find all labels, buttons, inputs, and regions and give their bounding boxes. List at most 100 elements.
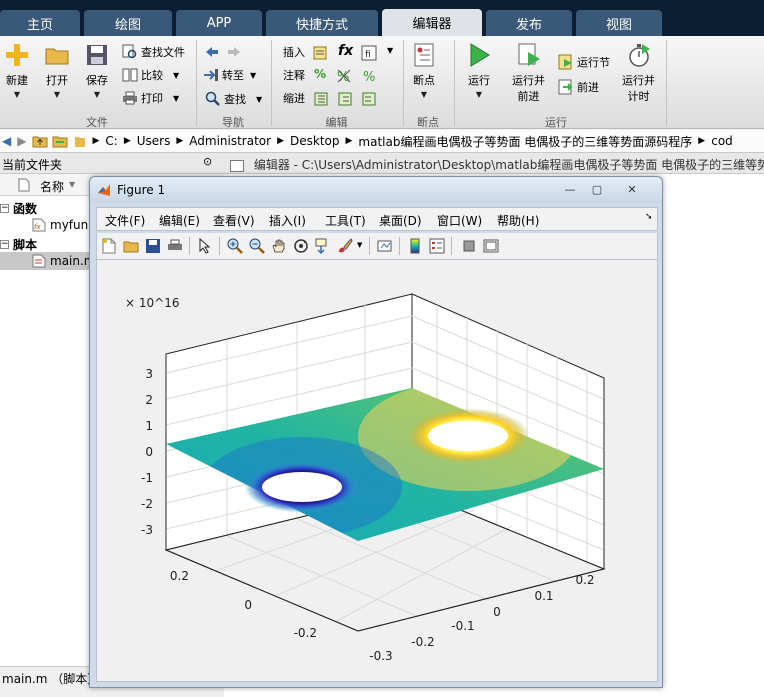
tab-apps[interactable]: APP <box>176 10 262 36</box>
link-plot-icon[interactable] <box>377 238 393 254</box>
dock-arrow-icon[interactable]: ➘ <box>645 212 653 222</box>
insert-function-icon[interactable]: fi <box>361 45 377 61</box>
panel-menu-icon[interactable]: ⊙ <box>203 155 212 168</box>
data-cursor-icon[interactable] <box>315 238 331 254</box>
name-column-header[interactable]: 名称 <box>40 178 64 195</box>
maximize-button[interactable]: ▢ <box>585 181 609 197</box>
open-file-icon[interactable] <box>123 238 139 254</box>
run-and-time-button[interactable]: 运行并 计时 <box>622 42 655 104</box>
z-tick: 2 <box>145 393 153 407</box>
indent-button[interactable]: 缩进 <box>283 88 305 108</box>
compare-button[interactable]: 比较 ▼ <box>122 65 179 85</box>
legend-icon[interactable] <box>429 238 445 254</box>
figure-title-bar[interactable]: Figure 1 — ▢ ✕ <box>90 177 662 203</box>
figure-title: Figure 1 <box>117 183 166 197</box>
hide-plot-tools-icon[interactable] <box>461 238 477 254</box>
minimize-button[interactable]: — <box>558 181 582 197</box>
run-section-button[interactable]: 运行节 <box>558 52 610 72</box>
insert-button[interactable]: 插入 <box>283 42 305 62</box>
crumb-code[interactable]: cod <box>711 134 733 148</box>
forward-arrow-icon[interactable]: ▶ <box>17 134 26 148</box>
tree-group-functions[interactable]: − 函数 <box>0 200 37 217</box>
find-files-button[interactable]: 查找文件 <box>122 42 185 62</box>
function-icon[interactable]: fx <box>338 43 353 59</box>
print-button[interactable]: 打印 ▼ <box>122 88 179 108</box>
figure-canvas[interactable]: × 10^16 3 2 1 0 -1 -2 -3 0.2 0 -0.2 -0.3… <box>96 260 658 682</box>
advance-button[interactable]: 前进 <box>558 77 599 97</box>
folder-icon <box>75 137 86 147</box>
pointer-icon[interactable] <box>197 238 213 254</box>
comment-percent-icon[interactable]: % <box>314 67 326 81</box>
collapse-icon[interactable]: − <box>0 240 9 249</box>
run-and-advance-button[interactable]: 运行并 前进 <box>512 42 545 104</box>
menu-edit[interactable]: 编辑(E) <box>159 212 200 229</box>
find-button[interactable]: 查找 ▼ <box>205 89 262 109</box>
tab-plots[interactable]: 绘图 <box>84 10 172 36</box>
increase-indent-icon[interactable] <box>337 91 353 107</box>
address-bar[interactable]: ◀ ▶ ▶ C: ▶ Users ▶ Administrator ▶ Deskt… <box>0 130 764 153</box>
y-tick: 0 <box>244 598 252 612</box>
rotate-3d-icon[interactable] <box>293 238 309 254</box>
exponent-label: × 10^16 <box>125 296 179 310</box>
run-icon <box>470 43 490 67</box>
smart-indent-icon[interactable] <box>313 91 329 107</box>
run-button[interactable]: 运行 ▼ <box>466 42 492 99</box>
comment-button[interactable]: 注释 <box>283 65 305 85</box>
zoom-in-icon[interactable] <box>227 238 243 254</box>
collapse-icon[interactable]: − <box>0 204 9 213</box>
brush-icon[interactable] <box>337 238 353 254</box>
crumb-administrator[interactable]: Administrator <box>189 134 271 148</box>
sort-arrow-icon[interactable]: ▼ <box>69 180 75 189</box>
zoom-out-icon[interactable] <box>249 238 265 254</box>
tab-view[interactable]: 视图 <box>576 10 662 36</box>
decrease-indent-icon[interactable] <box>361 91 377 107</box>
save-figure-icon[interactable] <box>145 238 161 254</box>
open-button[interactable]: 打开 ▼ <box>44 42 70 99</box>
tab-publish[interactable]: 发布 <box>486 10 572 36</box>
chevron-down-icon: ▼ <box>420 90 428 99</box>
tab-shortcuts[interactable]: 快捷方式 <box>266 10 378 36</box>
insert-section-icon[interactable] <box>312 45 328 61</box>
wrap-comment-icon[interactable]: % <box>361 68 377 84</box>
tab-editor[interactable]: 编辑器 <box>382 9 482 36</box>
crumb-users[interactable]: Users <box>137 134 171 148</box>
editor-title-bar: 编辑器 - C:\Users\Administrator\Desktop\mat… <box>224 153 764 174</box>
new-button[interactable]: 新建 ▼ <box>4 42 30 99</box>
show-plot-tools-icon[interactable] <box>483 238 499 254</box>
menu-desktop[interactable]: 桌面(D) <box>379 212 422 229</box>
x-axis: -0.3 -0.2 -0.1 0 0.1 0.2 <box>369 573 594 663</box>
back-arrow-icon[interactable]: ◀ <box>2 134 11 148</box>
print-figure-icon[interactable] <box>167 238 183 254</box>
advance-icon <box>558 79 573 95</box>
close-button[interactable]: ✕ <box>612 181 652 197</box>
pan-hand-icon[interactable] <box>271 238 287 254</box>
new-figure-icon[interactable] <box>101 238 117 254</box>
surface-plot[interactable]: × 10^16 3 2 1 0 -1 -2 -3 0.2 0 -0.2 -0.3… <box>97 260 657 680</box>
browse-folder-icon[interactable] <box>52 134 68 148</box>
save-icon <box>87 45 107 65</box>
menu-insert[interactable]: 插入(I) <box>269 212 306 229</box>
back-arrow-icon[interactable] <box>204 44 220 60</box>
crumb-project-folder[interactable]: matlab编程画电偶极子等势面 电偶极子的三维等势面源码程序 <box>358 133 692 150</box>
colorbar-icon[interactable] <box>407 238 423 254</box>
menu-tools[interactable]: 工具(T) <box>325 212 366 229</box>
crumb-drive[interactable]: C: <box>105 134 117 148</box>
chevron-down-icon[interactable]: ▼ <box>357 241 362 249</box>
up-folder-icon[interactable] <box>32 134 48 148</box>
menu-view[interactable]: 查看(V) <box>213 212 255 229</box>
tab-home[interactable]: 主页 <box>0 10 80 36</box>
x-tick: 0.2 <box>575 573 594 587</box>
crumb-desktop[interactable]: Desktop <box>290 134 340 148</box>
tree-item-myfun[interactable]: fx myfun <box>32 218 88 232</box>
menu-file[interactable]: 文件(F) <box>105 212 145 229</box>
goto-button[interactable]: 转至 ▼ <box>203 65 256 85</box>
uncomment-icon[interactable]: % <box>336 68 352 84</box>
tree-group-scripts[interactable]: − 脚本 <box>0 236 37 253</box>
menu-help[interactable]: 帮助(H) <box>497 212 539 229</box>
figure-window[interactable]: Figure 1 — ▢ ✕ 文件(F) 编辑(E) 查看(V) 插入(I) 工… <box>89 176 663 688</box>
forward-arrow-icon[interactable] <box>226 44 242 60</box>
toolbar-separator <box>399 237 400 255</box>
menu-window[interactable]: 窗口(W) <box>437 212 482 229</box>
save-button[interactable]: 保存 ▼ <box>84 42 110 99</box>
breakpoints-button[interactable]: 断点 ▼ <box>411 42 437 99</box>
